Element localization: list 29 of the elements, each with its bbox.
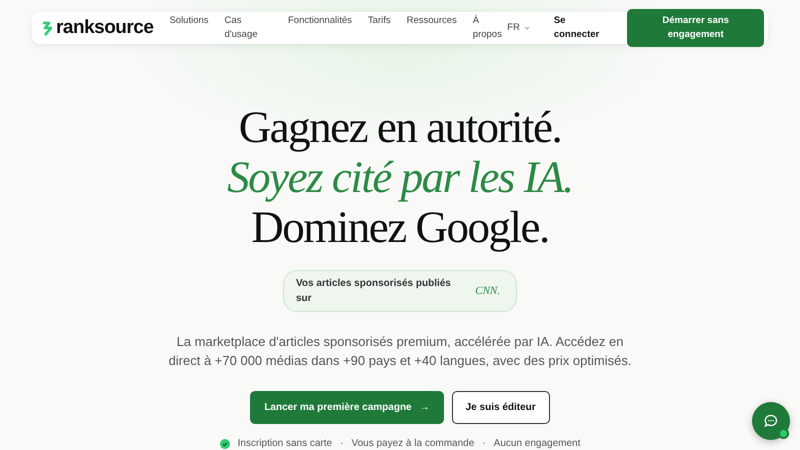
language-selector[interactable]: FR: [507, 20, 520, 36]
chat-icon: [764, 414, 778, 428]
separator-dot: ·: [340, 437, 344, 450]
chat-button[interactable]: [752, 402, 790, 440]
perk-text: Vous payez à la commande: [351, 437, 474, 450]
publisher-button[interactable]: Je suis éditeur: [452, 391, 550, 424]
login-link[interactable]: Se connecter: [554, 14, 612, 42]
headline-line: Soyez cité par les IA.: [227, 152, 573, 202]
logo-text[interactable]: ranksource: [56, 14, 154, 42]
headline-line: Dominez Google.: [251, 202, 549, 252]
nav-link[interactable]: Tarifs: [368, 14, 391, 42]
media-name: CNN.: [475, 284, 500, 299]
headline-line: Gagnez en autorité.: [238, 102, 562, 152]
perk-text: Inscription sans carte: [238, 437, 332, 450]
separator-dot: ·: [482, 437, 486, 450]
nav-link[interactable]: Fonctionnalités: [288, 14, 352, 42]
pill-text: Vos articles sponsorisés publiés sur: [296, 277, 452, 306]
nav-link[interactable]: Solutions: [169, 14, 209, 42]
hero-description: La marketplace d'articles sponsorisés premium, accélérée par IA. Accédez en direct à +70 000 médias dans +90 pays et +40 langues, avec des prix optimisés.: [168, 333, 632, 370]
nav-link[interactable]: À propos: [472, 14, 508, 42]
campaign-button[interactable]: Lancer ma première campagne →: [250, 391, 444, 424]
start-button[interactable]: Démarrer sans engagement: [627, 8, 764, 48]
nav-link[interactable]: Cas d'usage: [224, 14, 272, 42]
logo-icon: [42, 20, 52, 36]
check-icon: [220, 438, 230, 448]
status-dot: [778, 428, 789, 439]
nav-link[interactable]: Ressources: [406, 14, 457, 42]
perk-text: Aucun engagement: [494, 437, 580, 450]
caret-icon: [524, 26, 530, 30]
